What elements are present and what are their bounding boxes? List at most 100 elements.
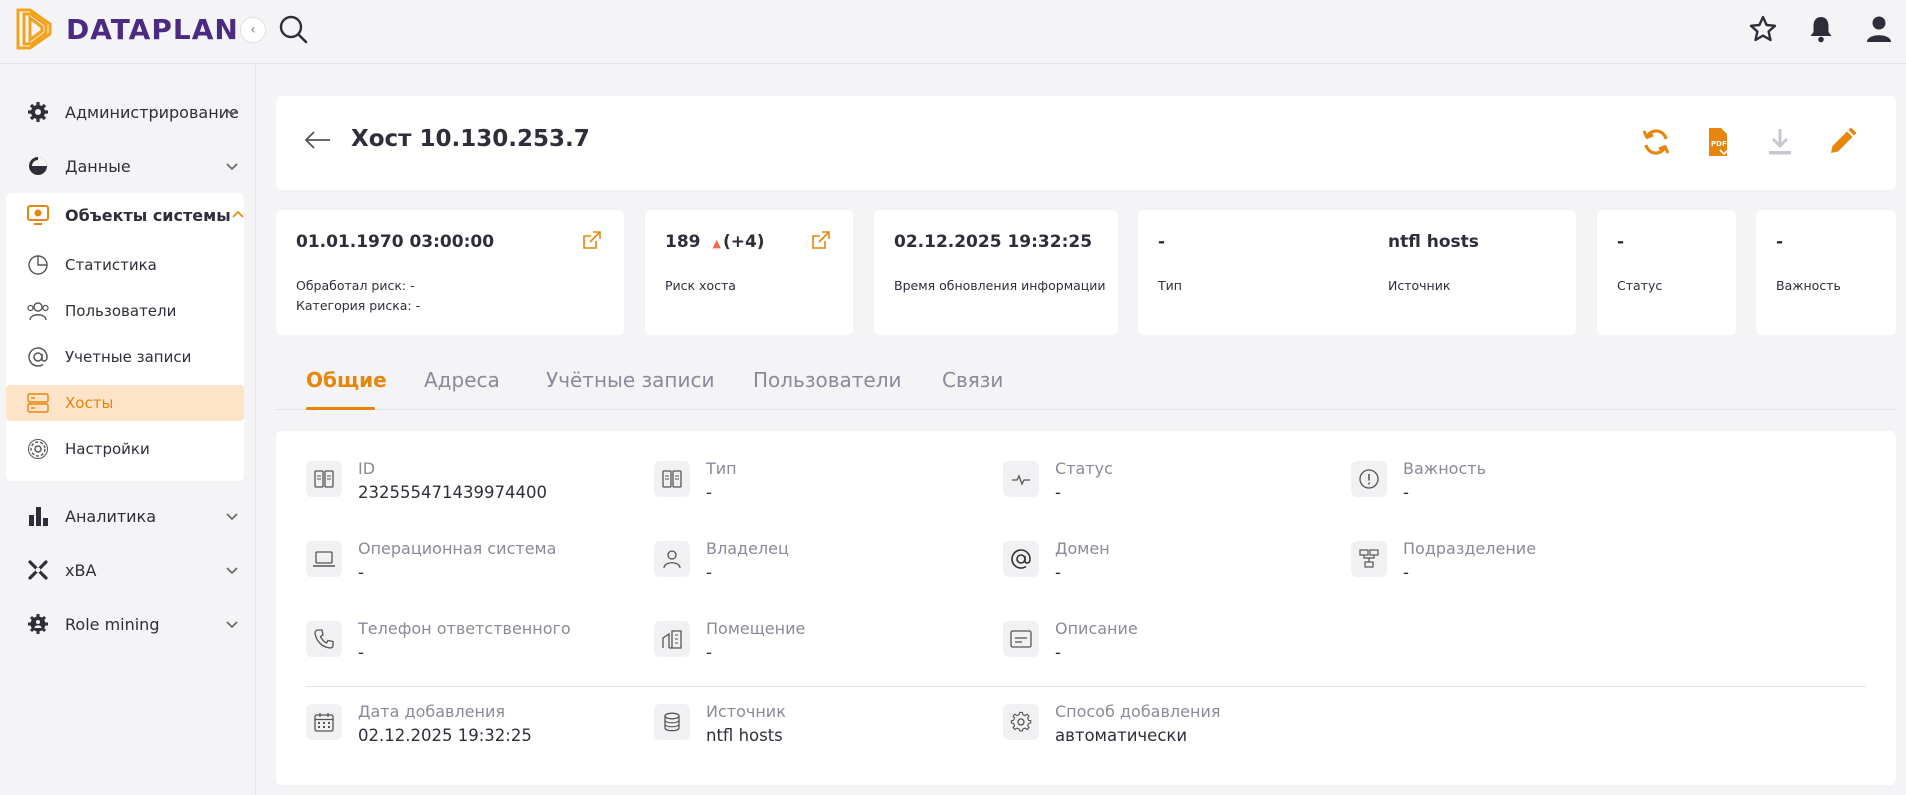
field-value: - bbox=[706, 643, 712, 662]
sidebar-item-label: Role mining bbox=[65, 614, 160, 634]
importance-value: - bbox=[1776, 232, 1784, 252]
field-division: Подразделение - bbox=[1351, 539, 1681, 601]
field-label: Описание bbox=[1055, 619, 1138, 638]
sidebar-subitem-accounts[interactable]: Учетные записи bbox=[6, 339, 244, 375]
triangle-up-icon: ▲ bbox=[712, 237, 721, 250]
field-label: Статус bbox=[1055, 459, 1113, 478]
tab-accounts[interactable]: Учётные записи bbox=[546, 368, 714, 392]
sidebar-item-analytics[interactable]: Аналитика bbox=[0, 494, 256, 538]
user-icon[interactable] bbox=[1864, 14, 1894, 44]
field-value: - bbox=[1055, 643, 1061, 662]
page-title: Хост 10.130.253.7 bbox=[351, 126, 590, 152]
brand-name: DATAPLAN bbox=[66, 12, 239, 46]
field-label: Помещение bbox=[706, 619, 806, 638]
risk-value-line: 189 ▲ (+4) bbox=[665, 232, 765, 252]
sidebar-item-administration[interactable]: Администрирование bbox=[0, 90, 256, 134]
building-icon bbox=[654, 621, 690, 657]
field-label: Подразделение bbox=[1403, 539, 1537, 558]
pdf-export-icon[interactable]: PDF bbox=[1702, 126, 1734, 158]
sidebar-subitem-label: Хосты bbox=[65, 394, 114, 412]
chevron-down-icon bbox=[224, 104, 240, 120]
sidebar-subitem-label: Учетные записи bbox=[65, 348, 192, 366]
tab-users[interactable]: Пользователи bbox=[753, 368, 902, 392]
field-importance: Важность - bbox=[1351, 459, 1681, 521]
sidebar-item-data[interactable]: Данные bbox=[0, 144, 256, 188]
field-phone: Телефон ответственного - bbox=[306, 619, 636, 681]
processed-risk-by: Обработал риск: - bbox=[296, 278, 415, 293]
sidebar-subitem-statistics[interactable]: Статистика bbox=[6, 247, 244, 283]
active-tab-indicator bbox=[306, 407, 375, 410]
importance-card: - Важность bbox=[1756, 210, 1896, 335]
updated-card: 02.12.2025 19:32:25 Время обновления инф… bbox=[874, 210, 1118, 335]
type-caption: Тип bbox=[1158, 278, 1182, 293]
back-arrow-icon[interactable] bbox=[304, 130, 332, 150]
id-card-icon bbox=[654, 461, 690, 497]
field-description: Описание - bbox=[1003, 619, 1333, 681]
risk-category: Категория риска: - bbox=[296, 298, 421, 313]
bell-icon[interactable] bbox=[1806, 14, 1836, 44]
field-label: Источник bbox=[706, 702, 786, 721]
sidebar-item-label: Аналитика bbox=[65, 506, 157, 526]
sidebar-subitem-hosts[interactable]: Хосты bbox=[6, 385, 244, 421]
sidebar-subitem-label: Статистика bbox=[65, 256, 157, 274]
field-date-added: Дата добавления 02.12.2025 19:32:25 bbox=[306, 702, 636, 764]
field-value: - bbox=[1403, 483, 1409, 502]
chevron-down-icon bbox=[224, 562, 240, 578]
sidebar-subitem-label: Настройки bbox=[65, 440, 150, 458]
field-value: - bbox=[706, 563, 712, 582]
field-label: Владелец bbox=[706, 539, 789, 558]
host-details: ID 232555471439974400 Тип - Статус - Важ… bbox=[276, 431, 1896, 785]
refresh-icon[interactable] bbox=[1640, 126, 1672, 158]
risk-caption: Риск хоста bbox=[665, 278, 736, 293]
external-link-icon[interactable] bbox=[811, 230, 831, 250]
search-icon bbox=[278, 14, 308, 44]
logo-mark-icon bbox=[16, 6, 60, 52]
collapse-sidebar-button[interactable]: ‹ bbox=[240, 17, 266, 43]
status-card: - Статус bbox=[1597, 210, 1736, 335]
laptop-icon bbox=[306, 541, 342, 577]
person-icon bbox=[654, 541, 690, 577]
calendar-icon bbox=[306, 704, 342, 740]
field-label: Способ добавления bbox=[1055, 702, 1221, 721]
field-value: ntfl hosts bbox=[706, 726, 783, 745]
processed-card: 01.01.1970 03:00:00 Обработал риск: - Ка… bbox=[276, 210, 624, 335]
field-status: Статус - bbox=[1003, 459, 1333, 521]
sidebar-subitem-settings[interactable]: Настройки bbox=[6, 431, 244, 467]
id-card-icon bbox=[306, 461, 342, 497]
sidebar-submenu: Объекты системы Статистика Пользователи … bbox=[6, 193, 244, 481]
external-link-icon[interactable] bbox=[582, 230, 602, 250]
updated-date: 02.12.2025 19:32:25 bbox=[894, 232, 1093, 252]
field-label: Важность bbox=[1403, 459, 1486, 478]
tab-addresses[interactable]: Адреса bbox=[424, 368, 500, 392]
field-add-method: Способ добавления автоматически bbox=[1003, 702, 1333, 764]
download-icon[interactable] bbox=[1764, 126, 1796, 158]
field-value: - bbox=[1055, 483, 1061, 502]
edit-icon[interactable] bbox=[1826, 126, 1858, 158]
tab-bar: Общие Адреса Учётные записи Пользователи… bbox=[276, 360, 1896, 410]
star-icon[interactable] bbox=[1748, 14, 1778, 44]
field-label: ID bbox=[358, 459, 376, 478]
tab-links[interactable]: Связи bbox=[942, 368, 1003, 392]
logo[interactable]: DATAPLAN bbox=[16, 6, 239, 52]
updated-caption: Время обновления информации bbox=[894, 278, 1106, 293]
status-value: - bbox=[1617, 232, 1625, 252]
gear-outline-icon bbox=[1003, 704, 1039, 740]
sidebar-item-system-objects[interactable]: Объекты системы bbox=[0, 193, 256, 237]
field-type: Тип - bbox=[654, 459, 984, 521]
field-value: 232555471439974400 bbox=[358, 483, 547, 502]
field-label: Дата добавления bbox=[358, 702, 506, 721]
sidebar-item-xba[interactable]: xBA bbox=[0, 548, 256, 592]
sidebar-item-role-mining[interactable]: Role mining bbox=[0, 602, 256, 646]
pulse-icon bbox=[1003, 461, 1039, 497]
pie-chart-icon bbox=[26, 253, 50, 277]
tab-general[interactable]: Общие bbox=[306, 368, 387, 392]
field-domain: Домен - bbox=[1003, 539, 1333, 601]
sidebar-subitem-users[interactable]: Пользователи bbox=[6, 293, 244, 329]
source-value: ntfl hosts bbox=[1388, 232, 1479, 252]
chevron-down-icon bbox=[224, 616, 240, 632]
search-button[interactable] bbox=[278, 14, 308, 44]
org-chart-icon bbox=[1351, 541, 1387, 577]
field-label: Телефон ответственного bbox=[358, 619, 571, 638]
sidebar-item-label: Объекты системы bbox=[65, 205, 231, 225]
sidebar-item-label: Данные bbox=[65, 156, 131, 176]
